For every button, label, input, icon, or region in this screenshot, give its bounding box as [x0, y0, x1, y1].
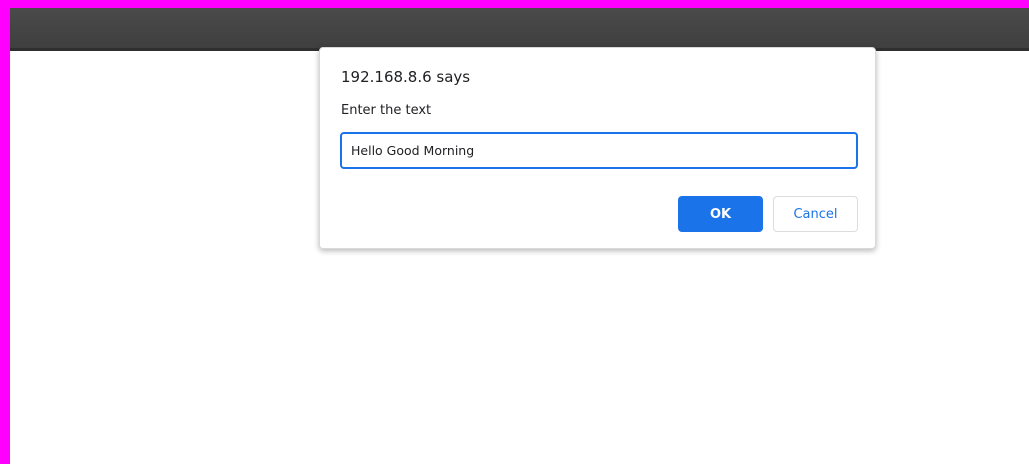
ok-button[interactable]: OK	[678, 196, 763, 232]
prompt-dialog: 192.168.8.6 says Enter the text OK Cance…	[319, 47, 876, 249]
page-top-bar	[10, 8, 1029, 51]
browser-window-frame: 192.168.8.6 says Enter the text OK Cance…	[0, 0, 1029, 464]
page-content: 192.168.8.6 says Enter the text OK Cance…	[10, 8, 1029, 464]
prompt-text-input[interactable]	[340, 132, 858, 169]
cancel-button[interactable]: Cancel	[773, 196, 858, 232]
dialog-message: Enter the text	[341, 103, 432, 118]
dialog-title: 192.168.8.6 says	[341, 68, 471, 86]
